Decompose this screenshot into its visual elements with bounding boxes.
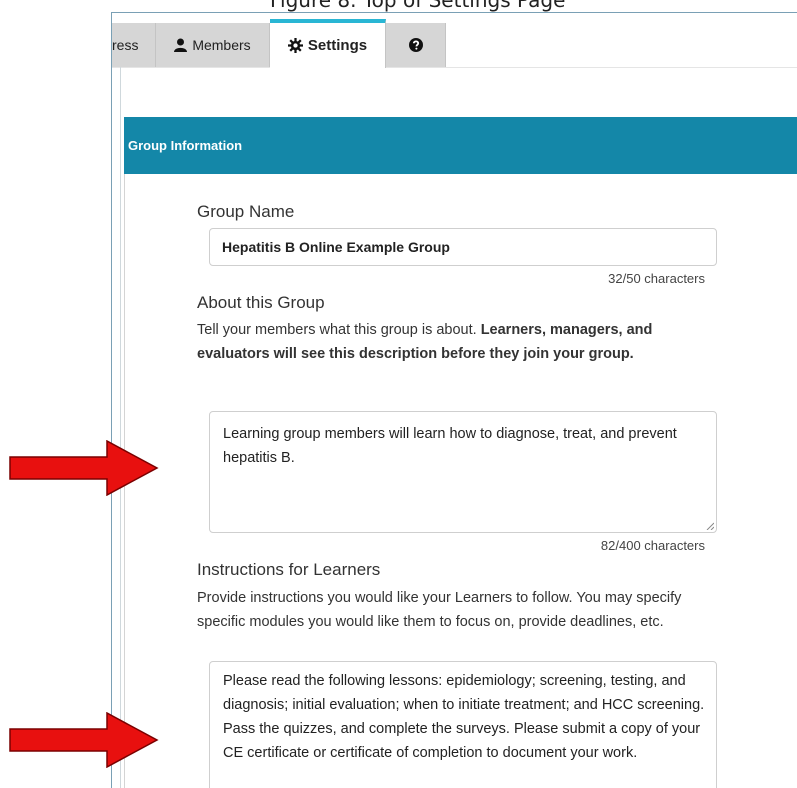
group-name-value: Hepatitis B Online Example Group bbox=[222, 239, 450, 255]
about-label: About this Group bbox=[197, 293, 325, 312]
about-help-plain: Tell your members what this group is abo… bbox=[197, 322, 481, 338]
arrow-right-icon bbox=[9, 440, 159, 496]
instructions-value: Please read the following lessons: epide… bbox=[223, 673, 705, 761]
caption-text: Figure 8. Top of Settings Page bbox=[270, 0, 566, 12]
gear-icon bbox=[287, 38, 303, 53]
group-name-label: Group Name bbox=[197, 202, 295, 221]
tab-progress-label: ress bbox=[112, 37, 139, 53]
tab-bar: ress Members Settings bbox=[112, 13, 797, 68]
question-circle-icon bbox=[408, 38, 423, 52]
panel-header: Group Information bbox=[124, 117, 797, 174]
instructions-textarea[interactable]: Please read the following lessons: epide… bbox=[209, 661, 717, 788]
user-icon bbox=[174, 38, 188, 52]
tab-help[interactable] bbox=[386, 23, 446, 67]
tab-members-label: Members bbox=[192, 37, 251, 53]
instructions-help: Provide instructions you would like your… bbox=[197, 590, 682, 630]
tab-settings[interactable]: Settings bbox=[270, 19, 386, 68]
tab-progress[interactable]: ress bbox=[112, 23, 156, 67]
about-textarea[interactable]: Learning group members will learn how to… bbox=[209, 411, 717, 533]
group-name-input[interactable]: Hepatitis B Online Example Group bbox=[209, 228, 717, 266]
arrow-right-icon bbox=[9, 712, 159, 768]
panel-title: Group Information bbox=[128, 138, 243, 153]
about-value: Learning group members will learn how to… bbox=[223, 426, 677, 466]
resize-grip-icon[interactable] bbox=[706, 522, 714, 530]
figure-caption: Figure 8. Top of Settings Page bbox=[0, 0, 797, 12]
tab-members[interactable]: Members bbox=[156, 23, 270, 67]
tab-settings-label: Settings bbox=[307, 37, 368, 54]
about-help: Tell your members what this group is abo… bbox=[197, 318, 709, 366]
panel-body: Group Name Hepatitis B Online Example Gr… bbox=[124, 174, 797, 788]
instructions-label: Instructions for Learners bbox=[197, 560, 381, 579]
content-left-border bbox=[120, 67, 121, 788]
settings-page: ress Members Settings Group Information … bbox=[111, 12, 797, 788]
about-counter: 82/400 characters bbox=[600, 538, 705, 553]
group-name-counter: 32/50 characters bbox=[608, 271, 705, 286]
